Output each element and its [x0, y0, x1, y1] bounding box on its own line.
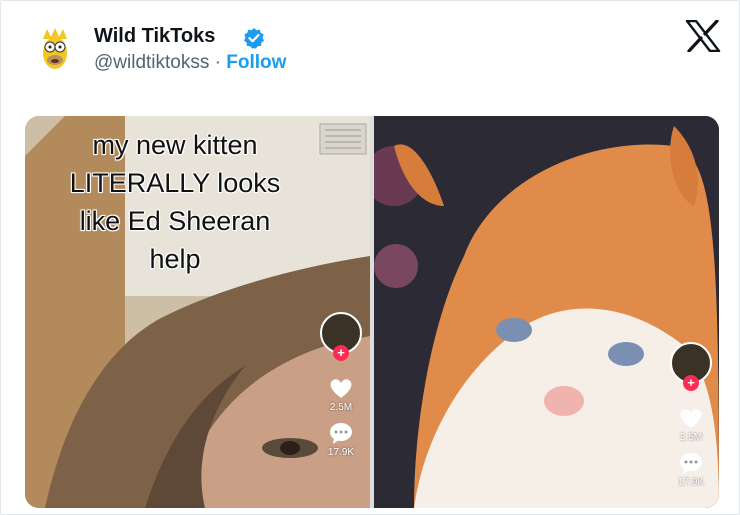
- comment-count: 17.9K: [677, 477, 705, 488]
- kitten-photo: [374, 116, 719, 508]
- handle-separator: ·: [209, 52, 227, 73]
- x-logo-icon[interactable]: [685, 20, 721, 52]
- tiktok-sidebar-right: + 2.5M 17.9K: [670, 342, 712, 488]
- heart-icon: [330, 379, 352, 398]
- media-image-left[interactable]: my new kitten LITERALLY looks like Ed Sh…: [25, 116, 370, 508]
- handle-row: @wildtiktokss · Follow: [94, 52, 286, 74]
- tiktok-sidebar-left: + 2.5M 17.9K: [320, 312, 362, 458]
- caption-line: my new kitten: [92, 130, 258, 160]
- account-handle[interactable]: @wildtiktokss: [94, 52, 209, 73]
- tiktok-avatar: +: [670, 342, 712, 391]
- verified-badge-icon: [244, 28, 264, 49]
- media-gallery[interactable]: my new kitten LITERALLY looks like Ed Sh…: [25, 116, 719, 508]
- plus-icon: +: [683, 375, 699, 391]
- tweet-card: Wild TikToks @wildtiktokss · Follow my n…: [0, 0, 740, 515]
- like-count: 2.5M: [679, 432, 703, 443]
- like-count: 2.5M: [329, 402, 353, 413]
- account-name[interactable]: Wild TikToks: [94, 25, 215, 48]
- comment-icon: [330, 423, 352, 444]
- tiktok-caption: my new kitten LITERALLY looks like Ed Sh…: [25, 126, 325, 278]
- caption-line: help: [149, 244, 201, 274]
- media-image-right[interactable]: + 2.5M 17.9K: [374, 116, 719, 508]
- tiktok-avatar: +: [320, 312, 362, 361]
- plus-icon: +: [333, 345, 349, 361]
- comment-count: 17.9K: [327, 447, 355, 458]
- follow-button[interactable]: Follow: [226, 52, 286, 73]
- account-avatar[interactable]: [35, 27, 75, 75]
- caption-line: LITERALLY looks: [69, 168, 281, 198]
- comment-icon: [680, 453, 702, 474]
- heart-icon: [680, 409, 702, 428]
- caption-line: like Ed Sheeran: [79, 206, 271, 236]
